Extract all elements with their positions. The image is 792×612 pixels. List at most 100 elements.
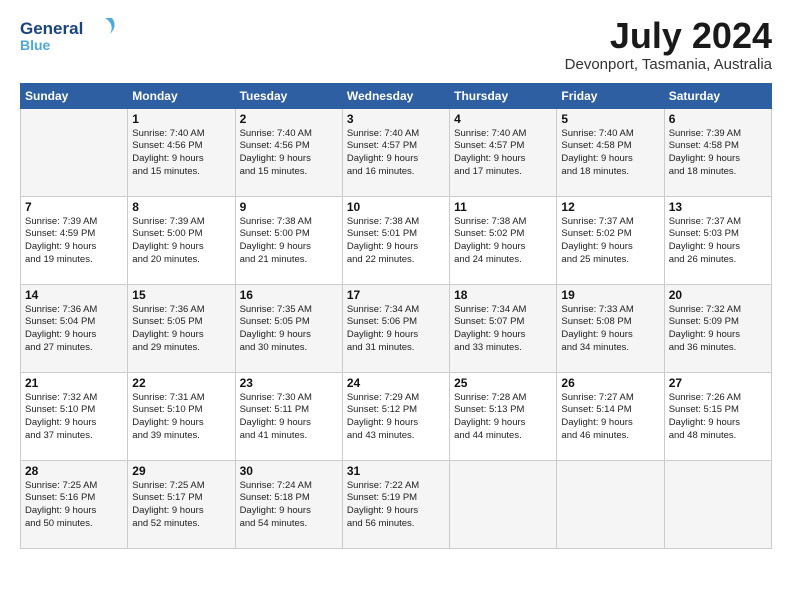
table-row: 22Sunrise: 7:31 AM Sunset: 5:10 PM Dayli…: [128, 372, 235, 460]
table-row: 28 Sunrise: 7:25 AM Sunset: 5:16 PM Dayli…: [21, 460, 128, 548]
table-row: 25 Sunrise: 7:28 AM Sunset: 5:13 PM Dayli…: [450, 372, 557, 460]
day-number: 6: [669, 112, 767, 126]
cell-daylight-info: Sunrise: 7:32 AM Sunset: 5:10 PM Dayligh…: [25, 392, 123, 443]
day-number: 29: [132, 464, 230, 478]
calendar-table: Sunday Monday Tuesday Wednesday Thursday…: [20, 83, 772, 549]
page-location: Devonport, Tasmania, Australia: [565, 56, 772, 73]
cell-daylight-info: Sunrise: 7:40 AM Sunset: 4:57 PM Dayligh…: [347, 128, 445, 179]
cell-daylight-info: Sunrise: 7:40 AM Sunset: 4:58 PM Dayligh…: [561, 128, 659, 179]
cell-daylight-info: Sunrise: 7:40 AM Sunset: 4:56 PM Dayligh…: [132, 128, 230, 179]
table-row: 27 Sunrise: 7:26 AM Sunset: 5:15 PM Dayli…: [664, 372, 771, 460]
cell-daylight-info: Sunrise: 7:36 AM Sunset: 5:05 PM Dayligh…: [132, 304, 230, 355]
table-row: 9 Sunrise: 7:38 AM Sunset: 5:00 PM Daylig…: [235, 196, 342, 284]
cell-daylight-info: Sunrise: 7:24 AM Sunset: 5:18 PM Dayligh…: [240, 480, 338, 531]
table-row: 1 Sunrise: 7:40 AM Sunset: 4:56 PM Daylig…: [128, 108, 235, 196]
cell-daylight-info: Sunrise: 7:26 AM Sunset: 5:15 PM Dayligh…: [669, 392, 767, 443]
calendar-week-row: 28 Sunrise: 7:25 AM Sunset: 5:16 PM Dayli…: [21, 460, 772, 548]
calendar-week-row: 21Sunrise: 7:32 AM Sunset: 5:10 PM Dayli…: [21, 372, 772, 460]
cell-daylight-info: Sunrise: 7:27 AM Sunset: 5:14 PM Dayligh…: [561, 392, 659, 443]
col-monday: Monday: [128, 83, 235, 108]
col-thursday: Thursday: [450, 83, 557, 108]
day-number: 17: [347, 288, 445, 302]
table-row: 11Sunrise: 7:38 AM Sunset: 5:02 PM Dayli…: [450, 196, 557, 284]
table-row: 10 Sunrise: 7:38 AM Sunset: 5:01 PM Dayli…: [342, 196, 449, 284]
table-row: 14 Sunrise: 7:36 AM Sunset: 5:04 PM Dayli…: [21, 284, 128, 372]
day-number: 15: [132, 288, 230, 302]
table-row: 18 Sunrise: 7:34 AM Sunset: 5:07 PM Dayli…: [450, 284, 557, 372]
cell-daylight-info: Sunrise: 7:39 AM Sunset: 4:59 PM Dayligh…: [25, 216, 123, 267]
cell-daylight-info: Sunrise: 7:35 AM Sunset: 5:05 PM Dayligh…: [240, 304, 338, 355]
cell-daylight-info: Sunrise: 7:38 AM Sunset: 5:01 PM Dayligh…: [347, 216, 445, 267]
page-title: July 2024: [565, 16, 772, 56]
table-row: [557, 460, 664, 548]
cell-daylight-info: Sunrise: 7:40 AM Sunset: 4:57 PM Dayligh…: [454, 128, 552, 179]
table-row: 2 Sunrise: 7:40 AM Sunset: 4:56 PM Daylig…: [235, 108, 342, 196]
table-row: 12Sunrise: 7:37 AM Sunset: 5:02 PM Dayli…: [557, 196, 664, 284]
svg-text:Blue: Blue: [20, 37, 51, 53]
table-row: 15 Sunrise: 7:36 AM Sunset: 5:05 PM Dayli…: [128, 284, 235, 372]
title-block: July 2024 Devonport, Tasmania, Australia: [565, 16, 772, 73]
day-number: 4: [454, 112, 552, 126]
logo-svg: General Blue: [20, 16, 120, 54]
day-number: 10: [347, 200, 445, 214]
day-number: 16: [240, 288, 338, 302]
table-row: 26 Sunrise: 7:27 AM Sunset: 5:14 PM Dayli…: [557, 372, 664, 460]
day-number: 30: [240, 464, 338, 478]
table-row: 30 Sunrise: 7:24 AM Sunset: 5:18 PM Dayli…: [235, 460, 342, 548]
col-friday: Friday: [557, 83, 664, 108]
col-sunday: Sunday: [21, 83, 128, 108]
cell-daylight-info: Sunrise: 7:28 AM Sunset: 5:13 PM Dayligh…: [454, 392, 552, 443]
day-number: 2: [240, 112, 338, 126]
table-row: 7 Sunrise: 7:39 AM Sunset: 4:59 PM Daylig…: [21, 196, 128, 284]
col-tuesday: Tuesday: [235, 83, 342, 108]
day-number: 19: [561, 288, 659, 302]
day-number: 28: [25, 464, 123, 478]
day-number: 18: [454, 288, 552, 302]
cell-daylight-info: Sunrise: 7:39 AM Sunset: 4:58 PM Dayligh…: [669, 128, 767, 179]
header: General Blue July 2024 Devonport, Tasman…: [20, 16, 772, 73]
day-number: 7: [25, 200, 123, 214]
day-number: 5: [561, 112, 659, 126]
cell-daylight-info: Sunrise: 7:38 AM Sunset: 5:02 PM Dayligh…: [454, 216, 552, 267]
day-number: 31: [347, 464, 445, 478]
calendar-week-row: 14 Sunrise: 7:36 AM Sunset: 5:04 PM Dayli…: [21, 284, 772, 372]
table-row: 16 Sunrise: 7:35 AM Sunset: 5:05 PM Dayli…: [235, 284, 342, 372]
table-row: 3 Sunrise: 7:40 AM Sunset: 4:57 PM Daylig…: [342, 108, 449, 196]
table-row: 20Sunrise: 7:32 AM Sunset: 5:09 PM Dayli…: [664, 284, 771, 372]
table-row: 21Sunrise: 7:32 AM Sunset: 5:10 PM Dayli…: [21, 372, 128, 460]
cell-daylight-info: Sunrise: 7:30 AM Sunset: 5:11 PM Dayligh…: [240, 392, 338, 443]
table-row: [21, 108, 128, 196]
day-number: 3: [347, 112, 445, 126]
day-number: 9: [240, 200, 338, 214]
col-saturday: Saturday: [664, 83, 771, 108]
calendar-header-row: Sunday Monday Tuesday Wednesday Thursday…: [21, 83, 772, 108]
cell-daylight-info: Sunrise: 7:25 AM Sunset: 5:17 PM Dayligh…: [132, 480, 230, 531]
cell-daylight-info: Sunrise: 7:37 AM Sunset: 5:03 PM Dayligh…: [669, 216, 767, 267]
cell-daylight-info: Sunrise: 7:34 AM Sunset: 5:06 PM Dayligh…: [347, 304, 445, 355]
table-row: 31 Sunrise: 7:22 AM Sunset: 5:19 PM Dayli…: [342, 460, 449, 548]
page: General Blue July 2024 Devonport, Tasman…: [0, 0, 792, 559]
table-row: 17 Sunrise: 7:34 AM Sunset: 5:06 PM Dayli…: [342, 284, 449, 372]
cell-daylight-info: Sunrise: 7:22 AM Sunset: 5:19 PM Dayligh…: [347, 480, 445, 531]
day-number: 22: [132, 376, 230, 390]
day-number: 26: [561, 376, 659, 390]
cell-daylight-info: Sunrise: 7:29 AM Sunset: 5:12 PM Dayligh…: [347, 392, 445, 443]
calendar-week-row: 7 Sunrise: 7:39 AM Sunset: 4:59 PM Daylig…: [21, 196, 772, 284]
table-row: [450, 460, 557, 548]
cell-daylight-info: Sunrise: 7:34 AM Sunset: 5:07 PM Dayligh…: [454, 304, 552, 355]
day-number: 27: [669, 376, 767, 390]
cell-daylight-info: Sunrise: 7:38 AM Sunset: 5:00 PM Dayligh…: [240, 216, 338, 267]
cell-daylight-info: Sunrise: 7:40 AM Sunset: 4:56 PM Dayligh…: [240, 128, 338, 179]
cell-daylight-info: Sunrise: 7:25 AM Sunset: 5:16 PM Dayligh…: [25, 480, 123, 531]
svg-text:General: General: [20, 19, 83, 38]
day-number: 25: [454, 376, 552, 390]
table-row: 6 Sunrise: 7:39 AM Sunset: 4:58 PM Daylig…: [664, 108, 771, 196]
day-number: 23: [240, 376, 338, 390]
day-number: 1: [132, 112, 230, 126]
day-number: 20: [669, 288, 767, 302]
table-row: 4 Sunrise: 7:40 AM Sunset: 4:57 PM Daylig…: [450, 108, 557, 196]
table-row: 13Sunrise: 7:37 AM Sunset: 5:03 PM Dayli…: [664, 196, 771, 284]
cell-daylight-info: Sunrise: 7:37 AM Sunset: 5:02 PM Dayligh…: [561, 216, 659, 267]
cell-daylight-info: Sunrise: 7:36 AM Sunset: 5:04 PM Dayligh…: [25, 304, 123, 355]
day-number: 14: [25, 288, 123, 302]
